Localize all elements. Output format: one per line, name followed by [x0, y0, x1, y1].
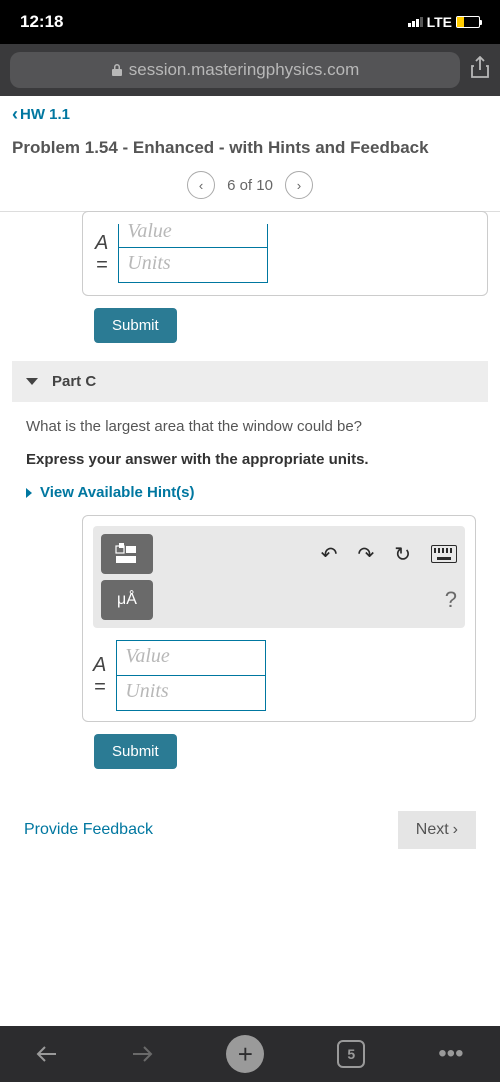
status-bar: 12:18 LTE: [0, 0, 500, 44]
caret-right-icon: [26, 488, 32, 498]
redo-icon[interactable]: ↷: [357, 542, 374, 567]
menu-icon[interactable]: •••: [438, 1040, 463, 1068]
reset-icon[interactable]: ↻: [394, 542, 411, 567]
units-input[interactable]: Units: [118, 247, 268, 283]
keyboard-icon[interactable]: [431, 545, 457, 563]
provide-feedback-link[interactable]: Provide Feedback: [24, 821, 153, 839]
caret-down-icon: [26, 378, 38, 385]
variable-label: A =: [93, 654, 106, 698]
variable-label: A =: [95, 232, 108, 276]
value-input[interactable]: Value: [118, 224, 268, 248]
problem-title: Problem 1.54 - Enhanced - with Hints and…: [0, 133, 500, 171]
battery-icon: [456, 16, 480, 28]
pager-next-button[interactable]: ›: [285, 171, 313, 199]
browser-bar: session.masteringphysics.com: [0, 44, 500, 96]
hints-link[interactable]: View Available Hint(s): [12, 480, 488, 515]
part-b-answer-box: A = Value Units: [82, 211, 488, 296]
submit-button[interactable]: Submit: [94, 308, 177, 343]
help-icon[interactable]: ?: [445, 587, 457, 613]
next-button[interactable]: Next ›: [398, 811, 476, 849]
chevron-left-icon: ‹: [12, 104, 18, 125]
status-right: LTE: [408, 14, 480, 30]
question-text: What is the largest area that the window…: [12, 402, 488, 443]
new-tab-button[interactable]: +: [226, 1035, 264, 1073]
submit-button[interactable]: Submit: [94, 734, 177, 769]
pager-text: 6 of 10: [227, 177, 273, 194]
part-c-header[interactable]: Part C: [12, 361, 488, 402]
url-bar[interactable]: session.masteringphysics.com: [10, 52, 460, 88]
url-text: session.masteringphysics.com: [129, 60, 360, 80]
share-icon[interactable]: [470, 56, 490, 85]
fraction-button[interactable]: [101, 534, 153, 574]
part-c-answer-box: ↶ ↷ ↻ μÅ ? A = Value Units: [82, 515, 476, 722]
browser-bottom-bar: + 5 •••: [0, 1026, 500, 1082]
input-toolbar: ↶ ↷ ↻ μÅ ?: [93, 526, 465, 628]
back-label: HW 1.1: [20, 106, 70, 123]
nav-back-icon[interactable]: [36, 1043, 58, 1065]
undo-icon[interactable]: ↶: [321, 542, 338, 567]
lock-icon: [111, 63, 123, 77]
signal-icon: [408, 17, 423, 27]
part-c-label: Part C: [52, 373, 96, 390]
pager: ‹ 6 of 10 ›: [0, 171, 500, 212]
hints-label: View Available Hint(s): [40, 484, 195, 501]
units-symbol-button[interactable]: μÅ: [101, 580, 153, 620]
nav-forward-icon[interactable]: [131, 1043, 153, 1065]
value-input[interactable]: Value: [116, 640, 266, 676]
chevron-right-icon: ›: [453, 821, 458, 839]
units-input[interactable]: Units: [116, 675, 266, 711]
status-time: 12:18: [20, 12, 63, 32]
network-label: LTE: [427, 14, 452, 30]
instruction-text: Express your answer with the appropriate…: [12, 443, 488, 480]
pager-prev-button[interactable]: ‹: [187, 171, 215, 199]
tabs-button[interactable]: 5: [337, 1040, 365, 1068]
back-link[interactable]: ‹ HW 1.1: [0, 96, 500, 133]
